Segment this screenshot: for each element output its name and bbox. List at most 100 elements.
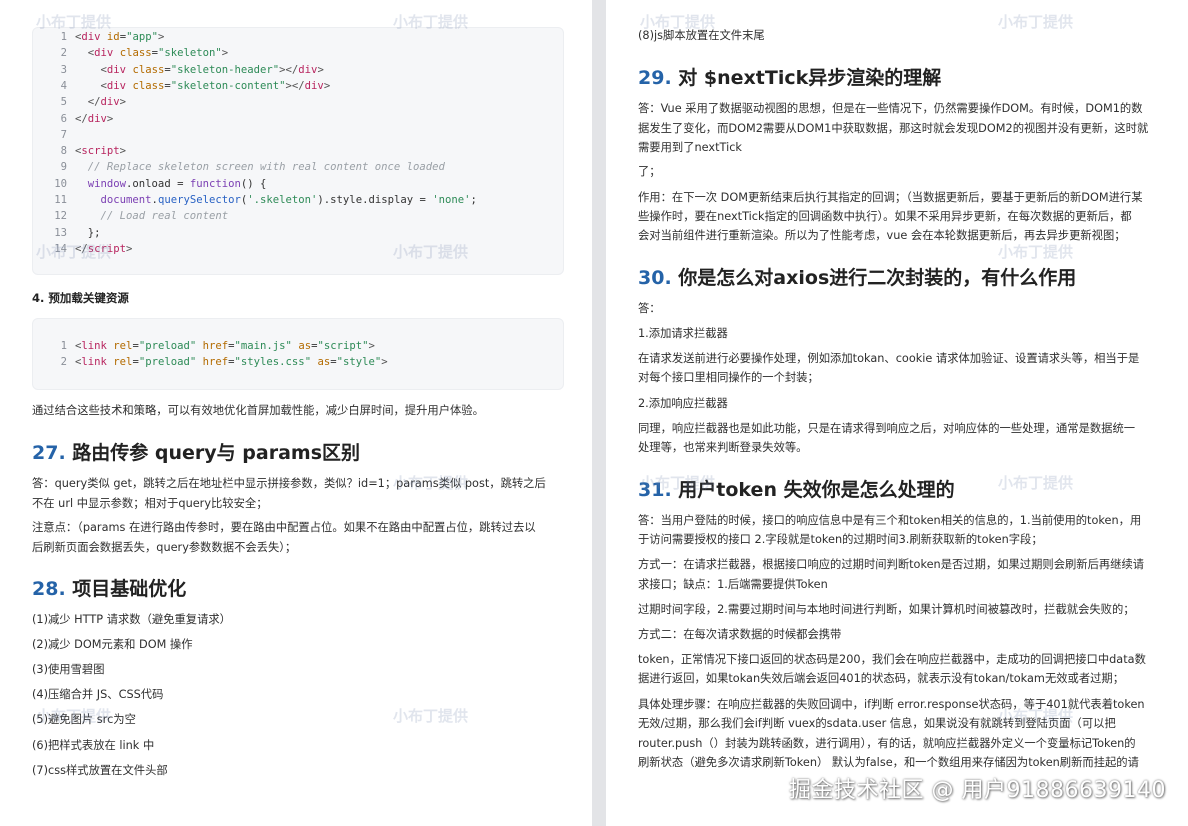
watermark: 小布丁提供 xyxy=(36,13,112,31)
heading-31-title: 用户token 失效你是怎么处理的 xyxy=(678,479,955,501)
watermark: 小布丁提供 xyxy=(998,243,1074,261)
code-text: <div class="skeleton-content"></div> xyxy=(100,79,331,92)
code-line: 12 // Load real content xyxy=(33,208,228,224)
heading-28: 28. 项目基础优化 xyxy=(32,577,186,601)
code-block-preload: 1 <link rel="preload" href="main.js" as="… xyxy=(32,318,564,390)
paragraph-31-line: 方式一：在请求拦截器，根据接口响应的过期时间判断token是否过期，如果过期则会… xyxy=(638,558,1145,571)
paragraph-27-line: 不在 url 中显示参数；相对于query比较安全； xyxy=(32,497,268,510)
paragraph-29-line: 了； xyxy=(638,165,661,178)
heading-28-title: 项目基础优化 xyxy=(72,578,187,600)
opt-item: (1)减少 HTTP 请求数（避免重复请求） xyxy=(32,613,231,626)
code-text: <div class="skeleton"> xyxy=(87,47,229,60)
line-number: 8 xyxy=(60,145,67,158)
code-line: 2 <link rel="preload" href="styles.css" a… xyxy=(33,354,388,370)
watermark: 小布丁提供 xyxy=(393,707,469,725)
right-page: (8)js脚本放置在文件末尾 29. 对 $nextTick异步渲染的理解 答：… xyxy=(606,0,1188,826)
heading-30: 30. 你是怎么对axios进行二次封装的，有什么作用 xyxy=(638,266,1076,290)
heading-28-number: 28. xyxy=(32,578,66,600)
line-number: 4 xyxy=(60,79,67,92)
code-text: <link rel="preload" href="main.js" as="s… xyxy=(75,340,375,352)
code-text: </div> xyxy=(75,112,114,125)
paragraph-29-line: 据发生了变化，而DOM2需要从DOM1中获取数据，那这时就会发现DOM2的视图并… xyxy=(638,122,1149,135)
line-number: 13 xyxy=(54,226,67,239)
code-line: 4 <div class="skeleton-content"></div> xyxy=(33,78,331,94)
heading-29: 29. 对 $nextTick异步渲染的理解 xyxy=(638,66,941,90)
watermark: 小布丁提供 xyxy=(393,13,469,31)
code-line: 5 </div> xyxy=(33,94,126,110)
code-line: 1 <link rel="preload" href="main.js" as="… xyxy=(33,338,375,354)
line-number: 6 xyxy=(60,112,67,125)
code-text: document.querySelector('.skeleton').styl… xyxy=(100,194,477,206)
paragraph-31-line: 于访问需要授权的接口 2.字段就是token的过期时间3.刷新获取新的token… xyxy=(638,533,1043,546)
code-line: 8 <script> xyxy=(33,143,126,159)
line-number: 1 xyxy=(60,340,67,352)
opt-item: (7)css样式放置在文件头部 xyxy=(32,764,168,777)
paragraph-30-line: 处理等，也常来判断登录失效等。 xyxy=(638,441,808,454)
watermark: 小布丁提供 xyxy=(640,474,716,492)
code-line: 13 }; xyxy=(33,225,101,241)
code-text: </div> xyxy=(87,96,127,109)
code-line: 6 </div> xyxy=(33,111,114,127)
line-number: 5 xyxy=(60,96,67,109)
paragraph-31-line: 答：当用户登陆的时候，接口的响应信息中是有三个和token相关的信息的，1.当前… xyxy=(638,514,1142,527)
line-number: 2 xyxy=(60,47,67,60)
line-number: 10 xyxy=(54,177,67,190)
code-text: }; xyxy=(75,226,101,239)
left-page: 1 <div id="app"> 2 <div class="skeleton"> 3… xyxy=(0,0,592,826)
code-text: // Replace skeleton screen with real con… xyxy=(87,161,445,174)
watermark: 小布丁提供 xyxy=(393,474,469,492)
heading-27-title: 路由传参 query与 params区别 xyxy=(72,442,361,464)
watermark: 小布丁提供 xyxy=(36,243,112,261)
code-line: 9 // Replace skeleton screen with real c… xyxy=(33,159,445,175)
line-number: 3 xyxy=(60,63,67,76)
paragraph-31-line: 求接口；缺点：1.后端需要提供Token xyxy=(638,578,828,591)
paragraph-31-line: 刷新状态（避免多次请求刷新Token） 默认为false，和一个数组用来存储因为… xyxy=(638,756,1139,769)
heading-27-number: 27. xyxy=(32,442,66,464)
code-text: // Load real content xyxy=(100,210,229,223)
paragraph-30-line: 同理，响应拦截器也是如此功能，只是在请求得到响应之后，对响应体的一些处理，通常是… xyxy=(638,422,1136,435)
paragraph-29-line: 作用：在下一次 DOM更新结束后执行其指定的回调；（当数据更新后，要基于更新后的… xyxy=(638,191,1143,204)
watermark: 小布丁提供 xyxy=(393,243,469,261)
heading-30-number: 30. xyxy=(638,267,672,289)
section-4-title: 4. 预加载关键资源 xyxy=(32,291,129,305)
opt-item: (6)把样式表放在 link 中 xyxy=(32,739,155,752)
paragraph-30-line: 答： xyxy=(638,302,661,315)
paragraph-29-line: 答：Vue 采用了数据驱动视图的思想，但是在一些情况下，仍然需要操作DOM。有时… xyxy=(638,102,1143,115)
line-number: 12 xyxy=(54,210,67,223)
paragraph-29-line: 些操作时，要在nextTick指定的回调函数中执行）。如果不采用异步更新，在每次… xyxy=(638,210,1132,223)
paragraph-30-line: 在请求发送前进行必要操作处理，例如添加tokan、cookie 请求体加验证、设… xyxy=(638,352,1140,365)
line-number: 2 xyxy=(60,356,67,369)
paragraph-31-line: token，正常情况下接口返回的状态码是200，我们会在响应拦截器中，走成功的回… xyxy=(638,653,1146,666)
code-line: 10 window.onload = function() { xyxy=(33,176,266,192)
paragraph-31-line: 方式二：在每次请求数据的时候都会携带 xyxy=(638,628,842,641)
line-number: 7 xyxy=(60,128,67,141)
code-text: <div id="app"> xyxy=(75,31,165,43)
opt-item: (2)减少 DOM元素和 DOM 操作 xyxy=(32,638,193,651)
watermark: 小布丁提供 xyxy=(998,474,1074,492)
code-text: <script> xyxy=(75,145,127,158)
code-line: 3 <div class="skeleton-header"></div> xyxy=(33,62,324,78)
watermark: 小布丁提供 xyxy=(640,13,716,31)
paragraph-31-line: 据进行返回，如果tokan失效后端会返回401的状态码，就表示没有tokan/t… xyxy=(638,672,1125,685)
paragraph-31-line: router.push（）封装为跳转函数，进行调用），有的话，就响应拦截器外定义… xyxy=(638,737,1136,750)
code-text: <div class="skeleton-header"></div> xyxy=(100,63,324,76)
paragraph-27-line: 答：query类似 get，跳转之后在地址栏中显示拼接参数，类似？id=1；pa… xyxy=(32,477,546,490)
opt-item: (3)使用雪碧图 xyxy=(32,663,105,676)
code-block-skeleton: 1 <div id="app"> 2 <div class="skeleton"> 3… xyxy=(32,27,564,275)
watermark: 小布丁提供 xyxy=(998,707,1074,725)
watermark: 小布丁提供 xyxy=(998,13,1074,31)
watermark: 小布丁提供 xyxy=(36,707,112,725)
code-line: 11 document.querySelector('.skeleton').s… xyxy=(33,192,477,208)
code-text: window.onload = function() { xyxy=(87,177,267,190)
paragraph-31-line: 过期时间字段，2.需要过期时间与本地时间进行判断，如果计算机时间被篡改时，拦截就… xyxy=(638,603,1135,616)
paragraph-30-line: 2.添加响应拦截器 xyxy=(638,397,728,410)
summary-text: 通过结合这些技术和策略，可以有效地优化首屏加载性能，减少白屏时间，提升用户体验。 xyxy=(32,404,484,417)
paragraph-30-line: 1.添加请求拦截器 xyxy=(638,327,728,340)
paragraph-27-line: 后刷新页面会数据丢失，query参数数据不会丢失）； xyxy=(32,541,297,554)
code-line: 7 xyxy=(33,127,75,143)
paragraph-29-line: 需要用到了nextTick xyxy=(638,141,742,154)
paragraph-30-line: 对每个接口里相同操作的一个封装； xyxy=(638,371,819,384)
footer-watermark: 掘金技术社区 @ 用户91886639140 xyxy=(789,778,1166,803)
heading-29-title: 对 $nextTick异步渲染的理解 xyxy=(678,67,942,89)
heading-30-title: 你是怎么对axios进行二次封装的，有什么作用 xyxy=(678,267,1077,289)
